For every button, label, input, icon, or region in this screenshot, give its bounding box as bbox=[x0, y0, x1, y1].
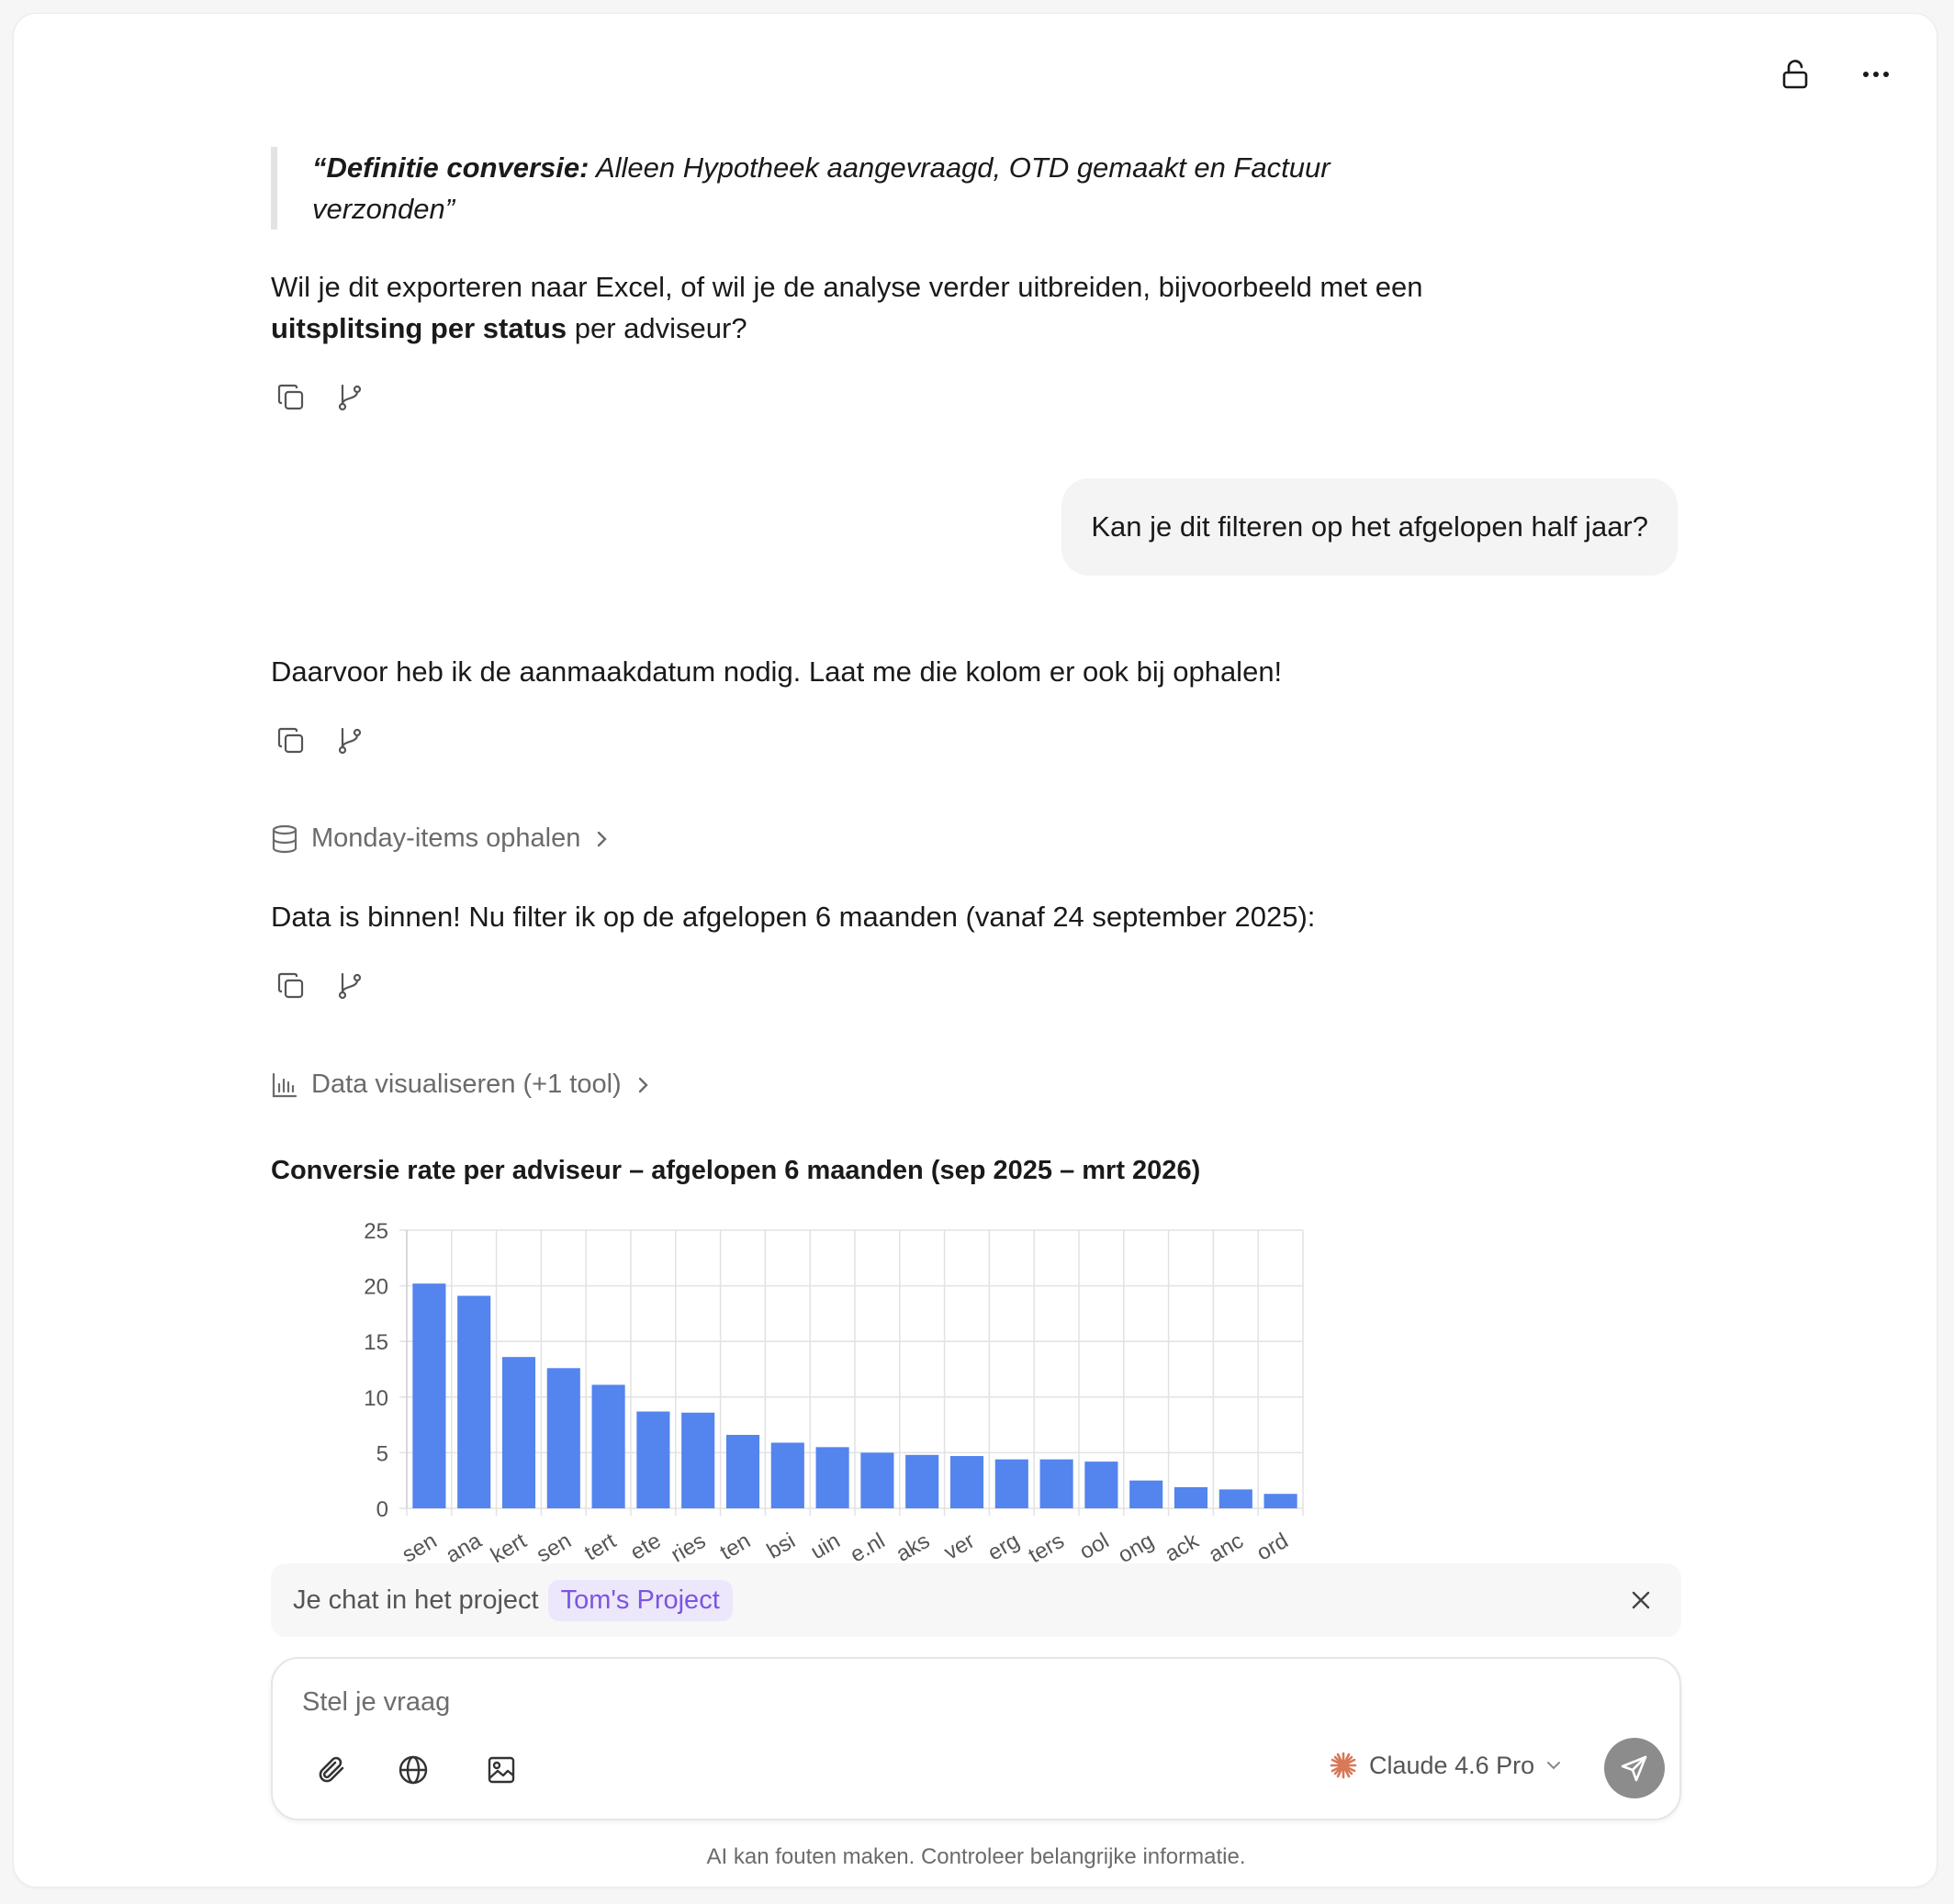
y-tick-label: 10 bbox=[364, 1386, 388, 1411]
bar bbox=[501, 1357, 536, 1508]
message-actions bbox=[271, 721, 370, 761]
branch-icon[interactable] bbox=[330, 377, 370, 418]
project-banner-label: Je chat in het project bbox=[293, 1585, 539, 1615]
bar bbox=[1218, 1489, 1252, 1508]
message-text: Daarvoor heb ik de aanmaakdatum nodig. L… bbox=[271, 655, 1283, 688]
x-tick-label: sen bbox=[533, 1529, 576, 1565]
send-icon bbox=[1621, 1755, 1647, 1782]
globe-icon[interactable] bbox=[390, 1747, 436, 1793]
x-tick-label: anc bbox=[1205, 1529, 1248, 1565]
chevron-right-icon bbox=[638, 1077, 648, 1092]
x-tick-label: ack bbox=[1161, 1528, 1204, 1565]
message-actions bbox=[271, 377, 370, 418]
branch-icon[interactable] bbox=[330, 721, 370, 761]
bar bbox=[636, 1411, 670, 1508]
x-tick-label: erg bbox=[983, 1529, 1024, 1565]
bar bbox=[815, 1447, 849, 1508]
assistant-message: Daarvoor heb ik de aanmaakdatum nodig. L… bbox=[271, 651, 1483, 692]
chat-window: “Definitie conversie: Alleen Hypotheek a… bbox=[13, 13, 1937, 1887]
database-icon bbox=[272, 824, 298, 853]
bar-chart: 0 5 10 15 20 25 sen ana kert sen tert ete ries ten bsi… bbox=[271, 1207, 1336, 1565]
project-banner: Je chat in het project Tom's Project bbox=[271, 1563, 1681, 1637]
user-message-text: Kan je dit filteren op het afgelopen hal… bbox=[1091, 510, 1648, 543]
assistant-message: Data is binnen! Nu filter ik op de afgel… bbox=[271, 896, 1483, 937]
model-selector[interactable]: Claude 4.6 Pro bbox=[1329, 1751, 1562, 1780]
model-name: Claude 4.6 Pro bbox=[1369, 1751, 1535, 1779]
message-text: Wil je dit exporteren naar Excel, of wil… bbox=[271, 271, 1423, 303]
chevron-down-icon bbox=[1547, 1762, 1561, 1770]
message-input[interactable] bbox=[302, 1679, 1220, 1725]
user-message: Kan je dit filteren op het afgelopen hal… bbox=[1061, 478, 1678, 576]
y-tick-label: 5 bbox=[376, 1441, 388, 1466]
send-button[interactable] bbox=[1604, 1738, 1665, 1798]
project-tag[interactable]: Tom's Project bbox=[547, 1579, 733, 1621]
x-tick-label: ool bbox=[1075, 1529, 1113, 1564]
assistant-message: Wil je dit exporteren naar Excel, of wil… bbox=[271, 266, 1483, 349]
quote-bold: “Definitie conversie: bbox=[312, 151, 590, 184]
x-tick-label: ong bbox=[1114, 1529, 1158, 1565]
message-actions bbox=[271, 966, 370, 1006]
x-tick-label: ries bbox=[667, 1529, 710, 1565]
x-tick-label: ten bbox=[716, 1529, 755, 1565]
bar bbox=[1174, 1486, 1208, 1508]
x-tick-label: uin bbox=[806, 1529, 844, 1564]
y-tick-label: 0 bbox=[376, 1497, 388, 1522]
bar bbox=[725, 1435, 760, 1508]
image-icon[interactable] bbox=[478, 1747, 524, 1793]
tool-call-visualize[interactable]: Data visualiseren (+1 tool) bbox=[271, 1070, 651, 1100]
message-bold: uitsplitsing per status bbox=[271, 312, 567, 344]
bar bbox=[905, 1454, 939, 1508]
claude-logo-icon bbox=[1330, 1752, 1357, 1779]
bar bbox=[1039, 1459, 1073, 1508]
y-tick-label: 20 bbox=[364, 1275, 388, 1300]
x-tick-label: ete bbox=[626, 1529, 665, 1565]
bar bbox=[949, 1456, 984, 1508]
chevron-right-icon bbox=[598, 831, 608, 846]
x-tick-label: tert bbox=[580, 1529, 621, 1565]
message-composer: Claude 4.6 Pro bbox=[271, 1657, 1681, 1820]
bar bbox=[1084, 1462, 1118, 1508]
x-tick-label: bsi bbox=[763, 1529, 800, 1564]
bar bbox=[770, 1442, 804, 1508]
blockquote: “Definitie conversie: Alleen Hypotheek a… bbox=[271, 147, 1428, 230]
y-tick-label: 25 bbox=[364, 1219, 388, 1244]
bar bbox=[591, 1384, 625, 1508]
x-tick-label: ana bbox=[442, 1528, 487, 1565]
x-tick-label: kert bbox=[487, 1529, 531, 1565]
branch-icon[interactable] bbox=[330, 966, 370, 1006]
tool-call-monday[interactable]: Monday-items ophalen bbox=[271, 823, 610, 854]
bar bbox=[994, 1459, 1028, 1508]
copy-icon[interactable] bbox=[271, 377, 311, 418]
y-tick-label: 15 bbox=[364, 1330, 388, 1355]
bar bbox=[860, 1452, 894, 1508]
copy-icon[interactable] bbox=[271, 966, 311, 1006]
x-tick-label: e.nl bbox=[846, 1529, 889, 1565]
chart-svg: 0510152025sen ana kert sen tert ete ries ten bsi… bbox=[364, 1219, 1304, 1565]
copy-icon[interactable] bbox=[271, 721, 311, 761]
tool-call-label: Data visualiseren (+1 tool) bbox=[311, 1070, 622, 1099]
bar bbox=[1263, 1494, 1297, 1508]
x-tick-label: aks bbox=[892, 1529, 934, 1565]
x-tick-label: ord bbox=[1252, 1529, 1293, 1565]
x-tick-label: ver bbox=[940, 1529, 979, 1565]
bar bbox=[457, 1295, 491, 1508]
unlock-icon[interactable] bbox=[1777, 56, 1814, 93]
message-text: Data is binnen! Nu filter ik op de afgel… bbox=[271, 901, 1316, 933]
x-tick-label: ters bbox=[1024, 1529, 1068, 1565]
bar bbox=[1129, 1480, 1163, 1508]
bar bbox=[546, 1368, 580, 1508]
tool-call-label: Monday-items ophalen bbox=[311, 823, 581, 853]
bar bbox=[412, 1283, 446, 1508]
bar bbox=[681, 1412, 715, 1508]
disclaimer: AI kan fouten maken. Controleer belangri… bbox=[706, 1844, 1246, 1869]
more-options-icon[interactable] bbox=[1858, 56, 1894, 93]
close-icon[interactable] bbox=[1623, 1582, 1659, 1618]
x-tick-label: sen bbox=[398, 1529, 441, 1565]
paperclip-icon[interactable] bbox=[309, 1747, 355, 1793]
message-text: per adviseur? bbox=[567, 312, 747, 344]
bar-chart-icon bbox=[272, 1072, 298, 1097]
chart-title: Conversie rate per adviseur – afgelopen … bbox=[271, 1156, 1201, 1185]
